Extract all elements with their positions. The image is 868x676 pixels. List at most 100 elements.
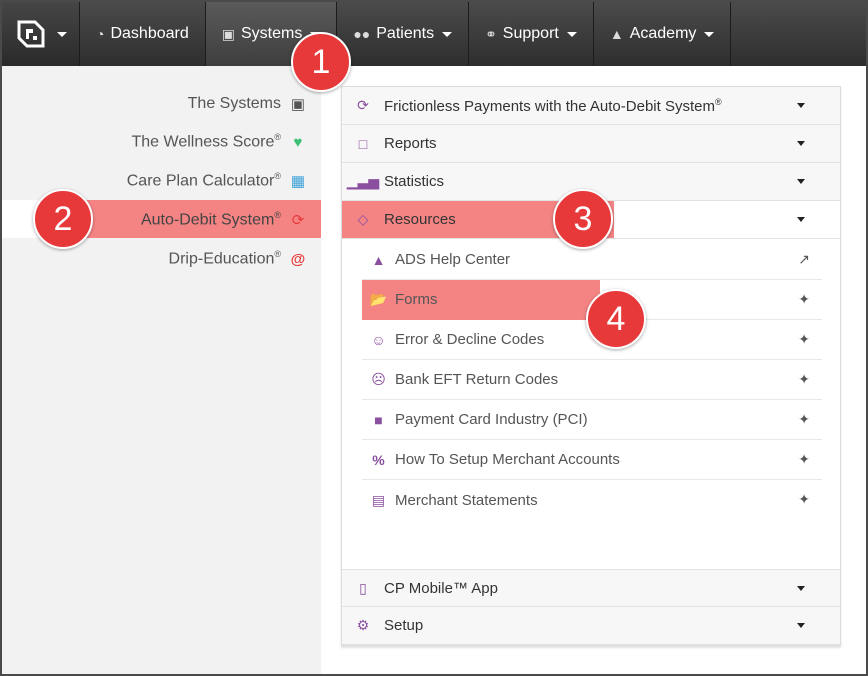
resource-label: Merchant Statements bbox=[395, 491, 538, 509]
nav-dashboard-label: Dashboard bbox=[110, 25, 189, 42]
lock-icon: ■ bbox=[374, 411, 383, 428]
sidebar-item-label: Auto-Debit System® bbox=[141, 210, 281, 229]
sidebar-item-drip-education[interactable]: Drip-Education® @ bbox=[169, 248, 307, 270]
registered-mark: ® bbox=[274, 249, 281, 260]
chevron-down-icon bbox=[704, 31, 715, 37]
sidebar-item-text: Care Plan Calculator bbox=[126, 172, 275, 190]
file-icon: □ bbox=[358, 135, 368, 152]
step-badge-1: 1 bbox=[291, 32, 351, 92]
accordion-panel: ⟳ Frictionless Payments with the Auto-De… bbox=[341, 86, 841, 646]
resource-item-bank-eft-return-codes[interactable]: ☹ Bank EFT Return Codes ✦ bbox=[362, 360, 822, 400]
accordion-text: Frictionless Payments with the Auto-Debi… bbox=[384, 97, 715, 115]
chevron-down-icon bbox=[442, 31, 453, 37]
left-sidebar: The Systems ▣ The Wellness Score® ♥ Care… bbox=[2, 66, 321, 674]
lifebuoy-icon: ⚭ bbox=[485, 25, 497, 42]
cogs-icon: ⚙ bbox=[356, 617, 370, 633]
resource-item-merchant-accounts[interactable]: % How To Setup Merchant Accounts ✦ bbox=[362, 440, 822, 480]
resource-label: ADS Help Center bbox=[395, 251, 511, 268]
accordion-frictionless-payments[interactable]: ⟳ Frictionless Payments with the Auto-De… bbox=[342, 87, 840, 125]
registered-mark: ® bbox=[274, 210, 281, 221]
resource-label: Payment Card Industry (PCI) bbox=[395, 411, 588, 428]
dashboard-icon: ◔ bbox=[96, 26, 105, 42]
diamond-icon: ◇ bbox=[357, 211, 369, 227]
sidebar-item-the-systems[interactable]: The Systems ▣ bbox=[188, 93, 307, 115]
accordion-label: Setup bbox=[384, 617, 424, 634]
caret-down-icon bbox=[797, 217, 805, 222]
accordion-label: Statistics bbox=[384, 173, 445, 190]
accordion-label: Resources bbox=[384, 211, 456, 228]
calculator-icon: ▦ bbox=[290, 173, 306, 190]
sidebar-item-text: The Wellness Score bbox=[131, 133, 275, 151]
bank-icon: ▤ bbox=[371, 491, 386, 508]
logo-icon bbox=[17, 20, 44, 48]
step-badge-3: 3 bbox=[553, 189, 613, 249]
bar-chart-icon: ▁▃▅ bbox=[346, 173, 380, 189]
nav-systems-label: Systems bbox=[240, 25, 303, 42]
chevron-down-icon bbox=[566, 31, 577, 37]
sidebar-item-text: Drip-Education bbox=[168, 250, 275, 268]
percent-icon: % bbox=[372, 451, 385, 468]
refresh-icon: ⟳ bbox=[291, 212, 305, 229]
registered-mark: ® bbox=[714, 96, 722, 107]
nav-academy-label: Academy bbox=[629, 25, 697, 42]
sidebar-item-care-plan-calculator[interactable]: Care Plan Calculator® ▦ bbox=[127, 170, 307, 192]
sidebar-item-label: The Systems bbox=[187, 95, 281, 112]
pinwheel-icon[interactable]: ✦ bbox=[798, 291, 810, 308]
smile-icon: ☺ bbox=[371, 331, 386, 348]
caret-down-icon bbox=[797, 179, 805, 184]
nav-patients[interactable]: ●● Patients bbox=[337, 2, 470, 66]
pinwheel-icon[interactable]: ✦ bbox=[798, 331, 810, 348]
pinwheel-icon[interactable]: ✦ bbox=[798, 491, 810, 508]
accordion-setup[interactable]: ⚙ Setup bbox=[342, 607, 840, 645]
sidebar-item-wellness-score[interactable]: The Wellness Score® ♥ bbox=[131, 131, 307, 153]
top-navbar: ◔ Dashboard ▣ Systems ●● Patients ⚭ Supp… bbox=[2, 2, 866, 66]
nav-dashboard[interactable]: ◔ Dashboard bbox=[80, 2, 206, 66]
accordion-reports[interactable]: □ Reports bbox=[342, 125, 840, 163]
graduation-cap-icon: ▲ bbox=[609, 26, 624, 42]
puzzle-icon: ▣ bbox=[221, 25, 235, 42]
resource-label: Error & Decline Codes bbox=[395, 331, 545, 348]
heartbeat-icon: ♥ bbox=[293, 133, 303, 151]
sidebar-item-text: Auto-Debit System bbox=[140, 211, 275, 229]
mobile-icon: ▯ bbox=[359, 579, 367, 596]
pinwheel-icon[interactable]: ✦ bbox=[798, 451, 810, 468]
puzzle-icon: ▣ bbox=[290, 96, 306, 113]
resource-item-merchant-statements[interactable]: ▤ Merchant Statements ✦ bbox=[362, 480, 822, 520]
accordion-label: Reports bbox=[384, 135, 437, 152]
at-sign-icon: @ bbox=[290, 250, 306, 268]
resource-label: How To Setup Merchant Accounts bbox=[395, 451, 620, 468]
nav-academy[interactable]: ▲ Academy bbox=[594, 2, 732, 66]
nav-patients-label: Patients bbox=[376, 25, 435, 42]
resource-item-pci[interactable]: ■ Payment Card Industry (PCI) ✦ bbox=[362, 400, 822, 440]
caret-down-icon bbox=[797, 623, 805, 628]
graduation-cap-icon: ▲ bbox=[371, 251, 386, 268]
caret-down-icon bbox=[797, 586, 805, 591]
resource-label: Bank EFT Return Codes bbox=[395, 371, 559, 388]
frown-icon: ☹ bbox=[371, 371, 386, 387]
sidebar-item-label: The Wellness Score® bbox=[131, 132, 281, 151]
external-link-icon[interactable]: ↗ bbox=[798, 251, 810, 268]
logo-menu-button[interactable] bbox=[2, 2, 80, 66]
caret-down-icon bbox=[797, 141, 805, 146]
sidebar-item-label: Drip-Education® bbox=[169, 249, 281, 268]
step-badge-2: 2 bbox=[33, 189, 93, 249]
sidebar-item-auto-debit-system[interactable]: Auto-Debit System® ⟳ bbox=[141, 209, 307, 231]
chevron-down-icon bbox=[56, 31, 67, 37]
pinwheel-icon[interactable]: ✦ bbox=[798, 371, 810, 388]
sidebar-empty-area bbox=[2, 298, 321, 674]
caret-down-icon bbox=[797, 103, 805, 108]
step-badge-4: 4 bbox=[586, 289, 646, 349]
users-icon: ●● bbox=[353, 26, 371, 42]
registered-mark: ® bbox=[274, 132, 281, 143]
accordion-label: CP Mobile™ App bbox=[384, 579, 498, 597]
refresh-icon: ⟳ bbox=[357, 97, 369, 113]
app-window: ◔ Dashboard ▣ Systems ●● Patients ⚭ Supp… bbox=[2, 2, 866, 674]
accordion-label: Frictionless Payments with the Auto-Debi… bbox=[384, 97, 722, 115]
registered-mark: ® bbox=[274, 171, 281, 182]
accordion-cp-mobile-app[interactable]: ▯ CP Mobile™ App bbox=[342, 569, 840, 607]
folder-open-icon: 📂 bbox=[369, 291, 388, 307]
nav-support-label: Support bbox=[502, 25, 559, 42]
nav-support[interactable]: ⚭ Support bbox=[469, 2, 594, 66]
pinwheel-icon[interactable]: ✦ bbox=[798, 411, 810, 428]
resource-label: Forms bbox=[395, 291, 438, 308]
